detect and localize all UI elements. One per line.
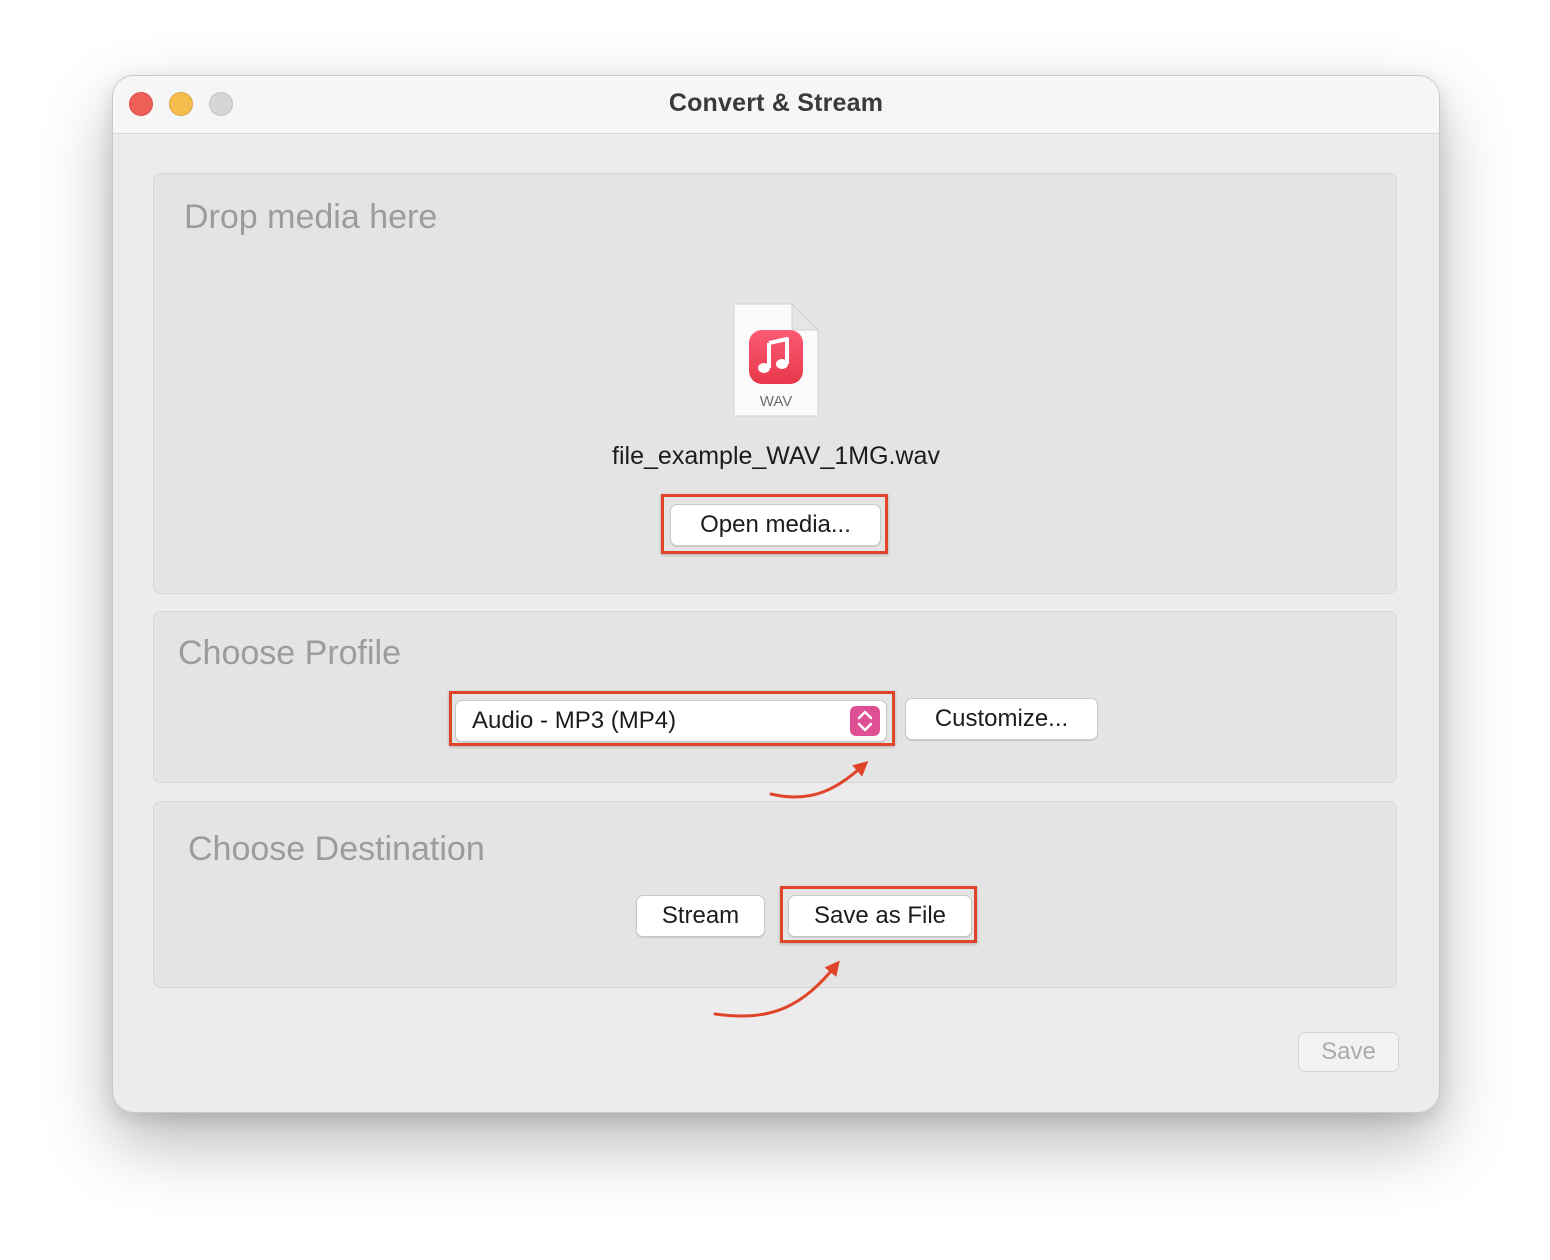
music-note-icon <box>749 330 803 384</box>
drop-media-heading: Drop media here <box>184 198 438 236</box>
file-name-label: file_example_WAV_1MG.wav <box>612 442 940 470</box>
choose-destination-panel: Choose Destination <box>153 801 1397 988</box>
profile-select-value: Audio - MP3 (MP4) <box>472 707 677 734</box>
choose-profile-heading: Choose Profile <box>178 634 402 672</box>
title-bar: Convert & Stream <box>113 76 1439 134</box>
chevron-up-down-icon <box>850 706 880 736</box>
file-type-label: WAV <box>760 393 793 410</box>
save-button[interactable]: Save <box>1298 1032 1399 1072</box>
save-as-file-button[interactable]: Save as File <box>788 895 972 937</box>
profile-select[interactable]: Audio - MP3 (MP4) <box>455 700 887 742</box>
wav-file-icon: WAV <box>733 302 820 417</box>
stream-button[interactable]: Stream <box>636 895 765 937</box>
window-title: Convert & Stream <box>668 89 884 117</box>
convert-stream-window: Convert & Stream Drop media here WAV fil… <box>112 75 1440 1113</box>
choose-destination-heading: Choose Destination <box>188 830 485 868</box>
customize-button[interactable]: Customize... <box>905 698 1098 740</box>
open-media-button[interactable]: Open media... <box>670 504 881 546</box>
